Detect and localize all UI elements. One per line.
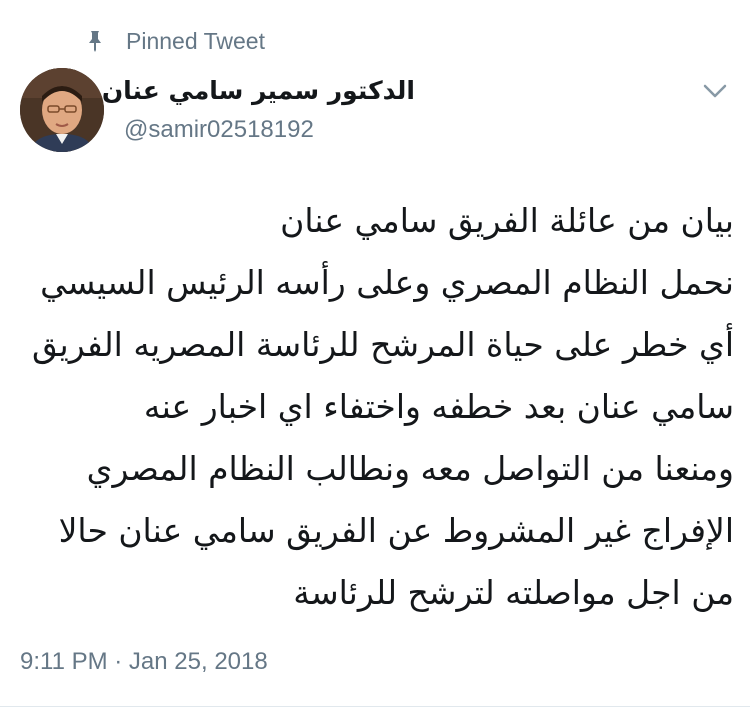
avatar[interactable] xyxy=(20,68,104,152)
divider xyxy=(0,706,750,707)
tweet-text-line: سامي عنان بعد خطفه واختفاء اي اخبار عنه xyxy=(143,387,734,426)
tweet-text: بيان من عائلة الفريق سامي عنان نحمل النظ… xyxy=(14,190,734,624)
tweet-text-line: ومنعنا من التواصل معه ونطالب النظام المص… xyxy=(86,449,734,488)
pinned-tweet-indicator: Pinned Tweet xyxy=(86,26,265,56)
tweet-text-line: نحمل النظام المصري وعلى رأسه الرئيس السي… xyxy=(40,263,734,302)
tweet-text-line: أي خطر على حياة المرشح للرئاسة المصريه ا… xyxy=(32,325,734,364)
pin-icon xyxy=(86,29,104,53)
tweet-text-line: بيان من عائلة الفريق سامي عنان xyxy=(280,201,734,240)
author-handle[interactable]: @samir02518192 xyxy=(124,116,314,144)
tweet-timestamp[interactable]: 9:11 PM · Jan 25, 2018 xyxy=(20,648,268,676)
tweet-menu-button[interactable] xyxy=(700,80,730,104)
pinned-label: Pinned Tweet xyxy=(126,27,265,54)
tweet-text-line: من اجل مواصلته لترشح للرئاسة xyxy=(293,573,734,612)
author-display-name[interactable]: الدكتور سمير سامي عنان xyxy=(102,76,415,105)
chevron-down-icon xyxy=(703,83,727,102)
tweet-text-line: الإفراج غير المشروط عن الفريق سامي عنان … xyxy=(58,511,734,550)
